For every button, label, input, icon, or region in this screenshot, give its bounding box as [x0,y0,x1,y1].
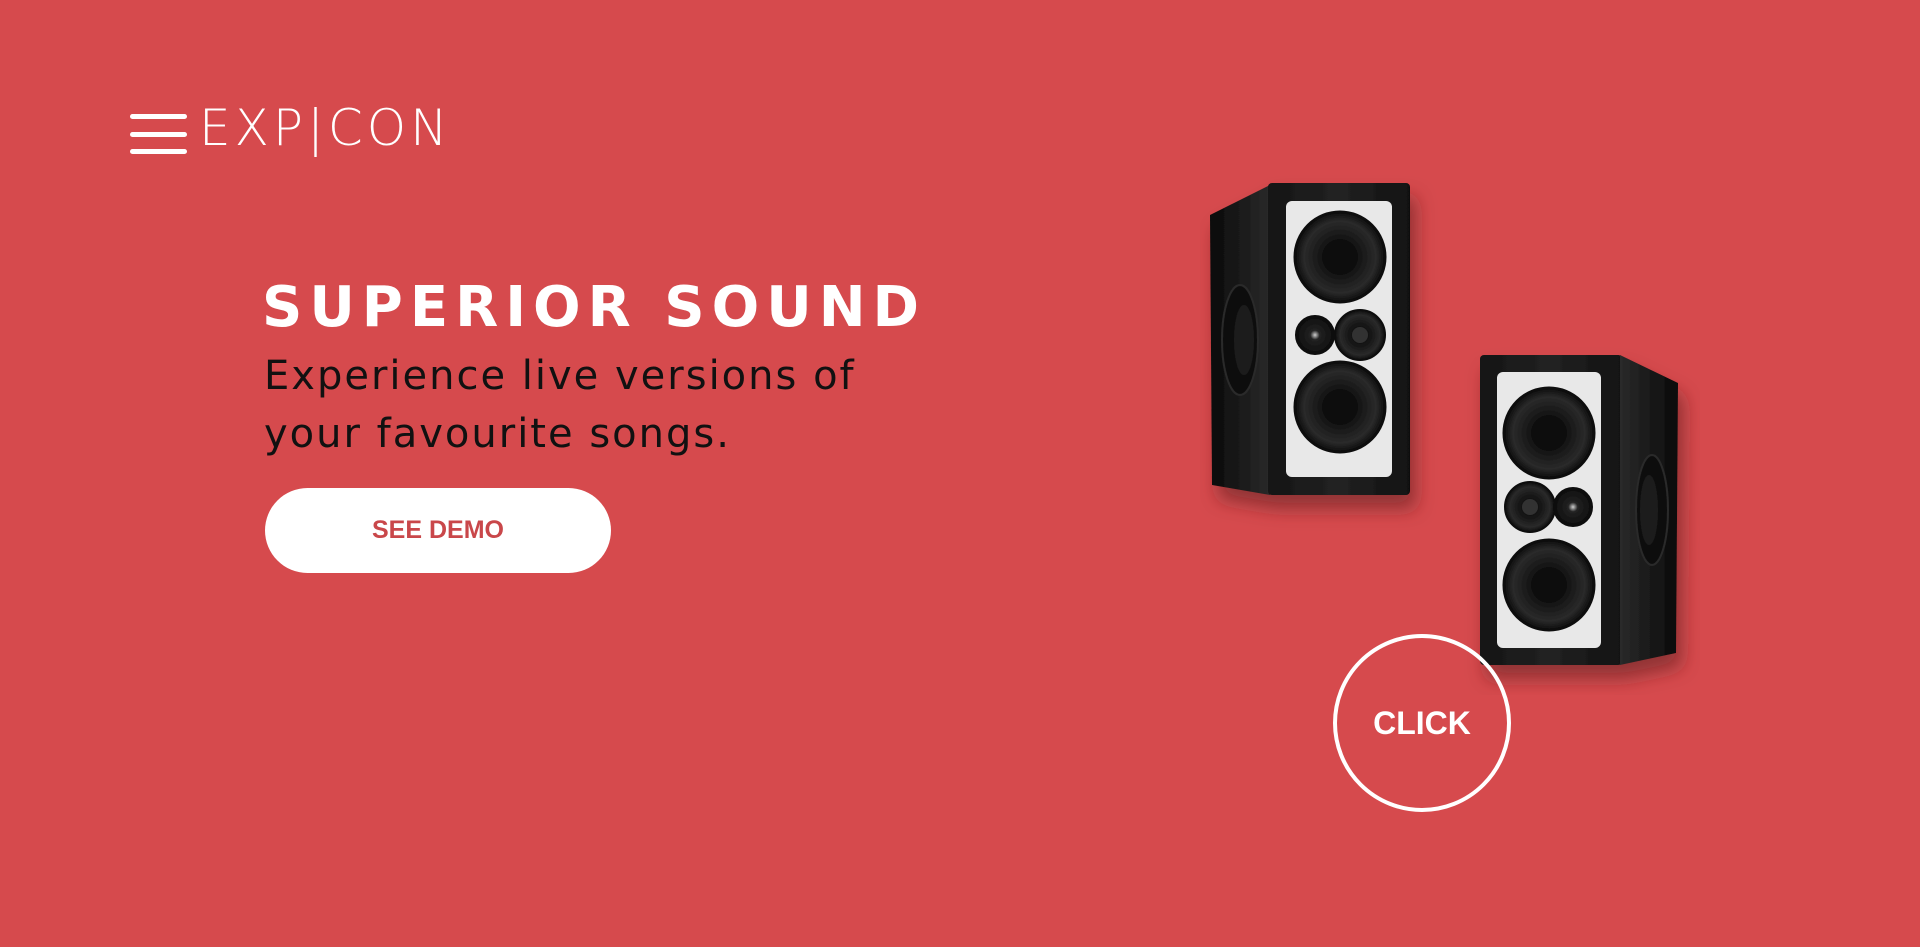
see-demo-button[interactable]: SEE DEMO [265,488,611,573]
speaker-pair-image [1210,183,1678,665]
brand-header: EXP|CON [130,100,452,156]
click-circle-button[interactable]: CLICK [1333,634,1511,812]
hamburger-menu-icon[interactable] [130,114,187,154]
hero-headline: SUPERIOR SOUND [262,275,927,340]
hamburger-line [130,114,187,119]
logo[interactable]: EXP|CON [199,103,452,153]
hamburger-line [130,131,187,137]
hamburger-line [130,149,187,154]
hero-section: SUPERIOR SOUND Experience live versions … [262,274,982,463]
hero-subheadline: Experience live versions of your favouri… [264,353,856,458]
